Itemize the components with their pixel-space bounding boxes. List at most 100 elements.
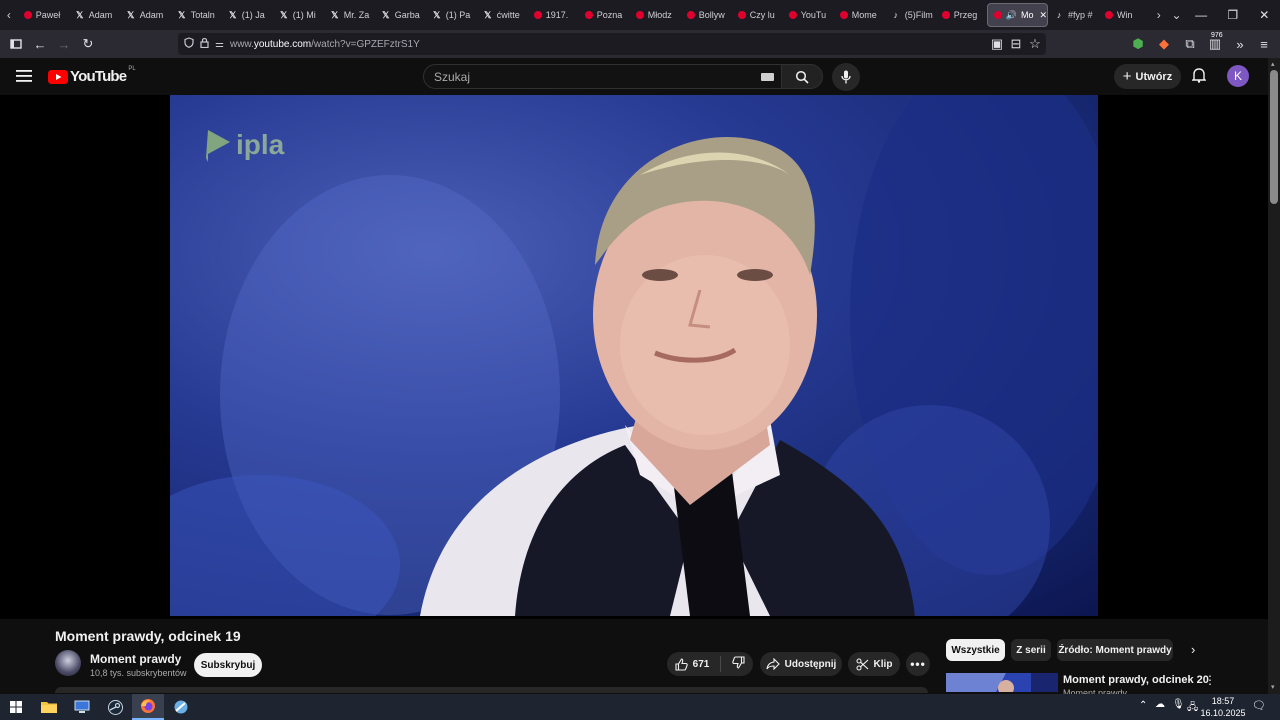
tray-chevron-up-icon[interactable]: ⌃ [1139, 700, 1147, 711]
scroll-up-icon[interactable]: ▴ [1271, 60, 1275, 68]
overflow-chevrons-icon[interactable]: » [1228, 30, 1252, 58]
channel-avatar[interactable] [55, 650, 81, 676]
tabs-scroll-right-icon[interactable]: › [1150, 0, 1168, 30]
app-misc-icon[interactable] [165, 694, 197, 720]
permissions-icon[interactable]: ⚌ [215, 39, 224, 50]
chip-source[interactable]: Źródło: Moment prawdy [1057, 639, 1173, 661]
tab-label: Czy lu [749, 10, 775, 20]
forward-icon[interactable]: → [52, 30, 76, 58]
tabs-scroll-left-icon[interactable]: ‹ [0, 0, 18, 30]
video-frame[interactable]: ipla [170, 95, 1098, 616]
tab[interactable]: Pozna [579, 0, 630, 30]
account-avatar[interactable]: K [1227, 65, 1249, 87]
notifications-bell-icon[interactable] [1191, 67, 1207, 88]
tab[interactable]: 𝕏 Adam [120, 0, 171, 30]
scroll-down-icon[interactable]: ▾ [1271, 683, 1275, 691]
tab-close-icon[interactable]: ✕ [1039, 10, 1046, 21]
youtube-logo-text: YouTube [70, 68, 127, 85]
minimize-icon[interactable]: — [1185, 0, 1217, 30]
bookmark-star-icon[interactable]: ☆ [1023, 30, 1047, 58]
tab[interactable]: ♪ #fyp # [1048, 0, 1099, 30]
tab-active[interactable]: 🔊 Mo ✕ [986, 3, 1048, 27]
tab[interactable]: Win [1099, 0, 1150, 30]
extension-fox-icon[interactable]: ◆ [1152, 30, 1176, 58]
close-window-icon[interactable]: ✕ [1248, 0, 1280, 30]
tab[interactable]: 𝕏ćwitte [477, 0, 528, 30]
notifications-icon[interactable]: 🗨 [1252, 699, 1266, 712]
tab[interactable]: 1917. [528, 0, 579, 30]
chips-next-icon[interactable]: › [1191, 642, 1195, 657]
tab-label: Paweł [35, 10, 61, 20]
description-box[interactable] [55, 687, 928, 693]
like-button[interactable]: 671 [675, 657, 709, 671]
tab[interactable]: 𝕏 Adam [69, 0, 120, 30]
tab[interactable]: 𝕏 (1) Pa [426, 0, 477, 30]
scrollbar-thumb[interactable] [1270, 70, 1278, 204]
youtube-favicon-icon [584, 11, 593, 19]
scissors-icon [855, 657, 868, 671]
restore-icon[interactable]: ❐ [1217, 0, 1249, 30]
tab[interactable]: Paweł [18, 0, 69, 30]
tab[interactable]: Mome [834, 0, 885, 30]
tray-microphone-icon[interactable]: 🎙 [1172, 699, 1185, 710]
search-icon [795, 70, 809, 84]
clock[interactable]: 18:57 16.10.2025 [1198, 695, 1248, 719]
chip-all[interactable]: Wszystkie [946, 639, 1005, 661]
search-input[interactable]: Szukaj [423, 64, 783, 89]
tab[interactable]: 𝕏 (1) Ja [222, 0, 273, 30]
steam-icon[interactable] [99, 694, 131, 720]
tab[interactable]: Czy lu [732, 0, 783, 30]
youtube-favicon-icon [533, 11, 542, 19]
address-bar[interactable]: ⚌ www.youtube.com/watch?v=GPZEFztrS1Y [178, 33, 1046, 55]
file-explorer-icon[interactable] [33, 694, 65, 720]
tab[interactable]: Młodz [630, 0, 681, 30]
tab[interactable]: Bollyw [681, 0, 732, 30]
lock-icon[interactable] [200, 37, 209, 51]
search-button[interactable] [781, 64, 823, 89]
youtube-favicon-icon [737, 11, 746, 19]
tab[interactable]: 𝕏 (1) Mi [273, 0, 324, 30]
dislike-button[interactable] [732, 656, 745, 672]
firefox-icon[interactable] [132, 694, 164, 720]
start-windows-icon[interactable] [0, 694, 32, 720]
tab[interactable]: ♪ (5)Film [885, 0, 936, 30]
page-scrollbar[interactable]: ▴ ▾ [1268, 58, 1280, 694]
thumbs-up-icon [675, 657, 688, 671]
extension-shield-icon[interactable]: ⬢ [1126, 30, 1150, 58]
youtube-logo[interactable]: YouTube PL [48, 66, 136, 85]
related-video-thumbnail[interactable] [946, 673, 1058, 692]
tab[interactable]: 𝕏 Totaln [171, 0, 222, 30]
app-computer-icon[interactable] [66, 694, 98, 720]
tab[interactable]: 𝕏 Garba [375, 0, 426, 30]
channel-name[interactable]: Moment prawdy [90, 652, 181, 666]
subscribe-button[interactable]: Subskrybuj [194, 653, 262, 677]
network-icon[interactable]: 🖧 [1187, 700, 1198, 717]
tracking-shield-icon[interactable] [184, 37, 194, 51]
keyboard-icon[interactable] [761, 73, 774, 81]
cloud-icon[interactable]: ☁ [1155, 699, 1165, 710]
back-icon[interactable]: ← [28, 30, 52, 58]
tab-list-dropdown-icon[interactable]: ⌄ [1168, 0, 1186, 30]
like-dislike-group: 671 [667, 652, 753, 676]
create-button[interactable]: + Utwórz [1114, 64, 1181, 89]
tab[interactable]: 𝕏 Mr. Za [324, 0, 375, 30]
sidebar-toggle-icon[interactable] [4, 30, 28, 58]
hamburger-menu-icon[interactable] [16, 69, 32, 88]
related-video-title[interactable]: Moment prawdy, odcinek 20 [1063, 674, 1209, 686]
extensions-puzzle-icon[interactable]: ⧉ [1178, 30, 1202, 58]
related-more-icon[interactable]: ⋮ [1204, 673, 1216, 687]
more-actions-button[interactable]: ••• [906, 652, 930, 676]
video-player[interactable]: ipla [0, 95, 1268, 619]
tab[interactable]: YouTu [783, 0, 834, 30]
tab[interactable]: Przeg [936, 0, 987, 30]
clock-time: 18:57 [1211, 696, 1235, 706]
share-button[interactable]: Udostępnij [760, 652, 842, 676]
reload-icon[interactable]: ↻ [76, 30, 100, 58]
chip-from-series[interactable]: Z serii [1011, 639, 1051, 661]
speaker-icon[interactable]: 🔊 [1006, 10, 1017, 21]
clip-label: Klip [873, 658, 893, 670]
app-menu-icon[interactable]: ≡ [1252, 30, 1276, 58]
clip-button[interactable]: Klip [848, 652, 900, 676]
voice-search-button[interactable] [832, 63, 860, 91]
browser-toolbar: ← → ↻ ⚌ www.youtube.com/watch?v=GPZEFztr… [0, 30, 1280, 58]
